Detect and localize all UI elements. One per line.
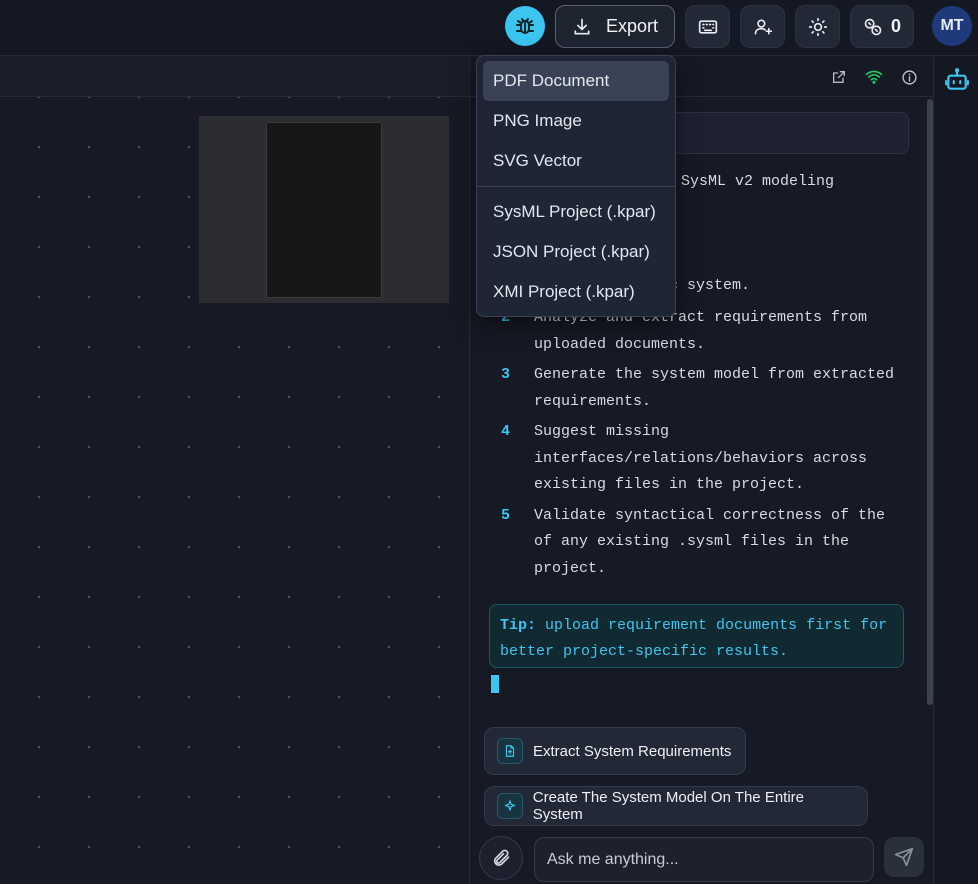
keyboard-shortcuts-button[interactable] (685, 5, 730, 48)
suggestion-extract-requirements[interactable]: Extract System Requirements (484, 727, 746, 775)
right-rail (933, 57, 978, 884)
diagram-preview-page (266, 122, 382, 298)
diagram-preview[interactable] (199, 116, 449, 303)
info-button[interactable] (899, 67, 919, 87)
menu-item-svg[interactable]: SVG Vector (483, 141, 669, 181)
add-user-button[interactable] (740, 5, 785, 48)
file-upload-icon (497, 738, 523, 764)
robot-icon (945, 68, 969, 90)
paperclip-icon (493, 849, 510, 866)
canvas-toolbar (0, 57, 469, 97)
step-text: Validate syntactical correctness of the … (534, 506, 886, 577)
token-count: 0 (890, 16, 901, 36)
bug-icon (516, 18, 534, 34)
list-item: 5 Validate syntactical correctness of th… (501, 503, 921, 583)
wifi-icon (865, 70, 883, 84)
suggestion-create-system-model[interactable]: Create The System Model On The Entire Sy… (484, 786, 868, 826)
tip-label: Tip: (500, 617, 537, 634)
theme-toggle-button[interactable] (795, 5, 840, 48)
avatar[interactable]: MT (932, 6, 972, 46)
chat-input-row (470, 827, 934, 884)
menu-item-json-project[interactable]: JSON Project (.kpar) (483, 232, 669, 272)
send-button[interactable] (884, 837, 924, 877)
export-menu: PDF Document PNG Image SVG Vector SysML … (476, 55, 676, 317)
sparkle-icon (497, 793, 523, 819)
suggestion-label: Extract System Requirements (533, 742, 732, 760)
tokens-icon (864, 18, 882, 35)
user-plus-icon (754, 19, 772, 35)
chat-input[interactable] (534, 837, 874, 882)
tip-box: Tip: upload requirement documents first … (489, 604, 904, 668)
export-button[interactable]: Export (555, 5, 675, 48)
token-count-button[interactable]: 0 (850, 5, 914, 48)
menu-item-pdf[interactable]: PDF Document (483, 61, 669, 101)
step-number: 5 (501, 506, 511, 524)
menu-item-xmi-project[interactable]: XMI Project (.kpar) (483, 272, 669, 312)
download-icon (574, 18, 590, 34)
capability-list: 2 Analyze and extract requirements from … (501, 305, 921, 586)
export-label: Export (605, 16, 659, 36)
step-text: Generate the system model from extracted… (534, 366, 895, 410)
send-icon (894, 847, 914, 867)
suggestion-label: Create The System Model On The Entire Sy… (532, 789, 805, 823)
sun-icon (808, 17, 827, 36)
step-number: 4 (501, 423, 511, 440)
keyboard-icon (698, 19, 717, 34)
list-item: 3 Generate the system model from extract… (501, 362, 921, 415)
connection-status (864, 67, 884, 87)
assistant-toggle-button[interactable] (944, 67, 970, 98)
attach-button[interactable] (479, 836, 523, 880)
list-item: 4 Suggest missing interfaces/relations/b… (501, 419, 921, 499)
debug-button[interactable] (505, 6, 545, 46)
external-link-icon (833, 71, 845, 83)
menu-item-sysml-project[interactable]: SysML Project (.kpar) (483, 192, 669, 232)
top-bar: Export 0 MT (0, 0, 978, 56)
tip-text: upload requirement documents first for b… (500, 617, 888, 660)
open-external-button[interactable] (829, 67, 849, 87)
typing-cursor (491, 675, 499, 693)
step-number: 3 (501, 366, 511, 383)
menu-divider (477, 186, 675, 187)
info-icon (901, 69, 917, 85)
menu-item-png[interactable]: PNG Image (483, 101, 669, 141)
step-text: Suggest missing interfaces/relations/beh… (534, 423, 868, 493)
